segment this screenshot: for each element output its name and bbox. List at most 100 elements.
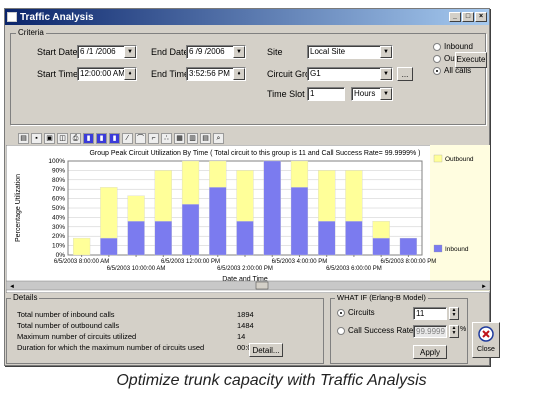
circuits-value: 11 bbox=[416, 309, 425, 318]
start-date-label: Start Date bbox=[37, 47, 78, 57]
close-window-button[interactable]: × bbox=[475, 12, 487, 22]
x-tick-label: 6/5/2003 10:00:00 AM bbox=[107, 266, 166, 272]
details-group-title: Details bbox=[11, 293, 40, 302]
radio-dot-selected[interactable] bbox=[337, 308, 345, 317]
bar-outbound bbox=[181, 160, 200, 205]
minimize-button[interactable]: _ bbox=[449, 12, 461, 22]
circuits-spinner[interactable]: ▲ ▼ bbox=[449, 307, 459, 320]
scroll-left-arrow: ◄ bbox=[9, 284, 15, 290]
bar-outbound bbox=[154, 170, 172, 222]
bar-chart-icon[interactable]: ▮ bbox=[83, 132, 94, 144]
time-unit-select[interactable]: Hours ▼ bbox=[351, 87, 393, 101]
bar-outbound bbox=[209, 160, 227, 188]
scatter-chart-icon[interactable]: ∴ bbox=[161, 132, 172, 144]
success-rate-value: 99.9999 bbox=[416, 327, 445, 336]
bar-inbound bbox=[345, 221, 363, 256]
y-tick-label: 70% bbox=[52, 186, 65, 193]
bar-outbound bbox=[236, 170, 254, 222]
grid-icon[interactable]: ▦ bbox=[174, 132, 185, 144]
x-tick-label: 6/5/2003 6:00:00 PM bbox=[326, 266, 382, 272]
end-time-label: End Time bbox=[151, 69, 190, 79]
legend-swatch-outbound bbox=[433, 154, 443, 163]
chevron-down-icon[interactable]: ▼ bbox=[124, 46, 136, 58]
detail-value: 14 bbox=[237, 332, 246, 341]
table-icon[interactable]: ▥ bbox=[187, 132, 198, 144]
chevron-down-icon[interactable]: ▼ bbox=[380, 46, 392, 58]
maximize-button[interactable]: □ bbox=[462, 12, 474, 22]
bar-inbound bbox=[154, 221, 172, 256]
chevron-down-icon[interactable]: ▼ bbox=[380, 88, 392, 100]
bar-inbound bbox=[372, 237, 390, 256]
detail-label: Duration for which the maximum number of… bbox=[17, 343, 205, 352]
browse-button[interactable]: ... bbox=[397, 67, 413, 81]
execute-button-main[interactable]: Execute bbox=[455, 52, 487, 68]
success-rate-field[interactable]: 99.9999 bbox=[413, 325, 447, 338]
x-tick-label: 6/5/2003 8:00:00 AM bbox=[54, 259, 109, 265]
site-label: Site bbox=[267, 47, 283, 57]
radio-dot[interactable] bbox=[433, 54, 441, 63]
bar-outbound bbox=[345, 170, 363, 222]
success-rate-spinner[interactable]: ▲ ▼ bbox=[449, 325, 459, 338]
end-date-label: End Date bbox=[151, 47, 189, 57]
radio-dot-selected[interactable] bbox=[433, 66, 441, 75]
radio-dot[interactable] bbox=[433, 42, 441, 51]
radio-inbound[interactable]: Inbound bbox=[433, 42, 473, 51]
bar-outbound bbox=[372, 221, 390, 239]
bar-inbound bbox=[318, 221, 336, 256]
copy-icon[interactable]: ▣ bbox=[44, 132, 55, 144]
spinner-icon[interactable]: ♦ bbox=[233, 68, 245, 80]
legend-label-inbound: Inbound bbox=[445, 246, 469, 253]
radio-inbound-label: Inbound bbox=[444, 42, 473, 51]
end-date-value: 6 /9 /2006 bbox=[189, 47, 225, 56]
bar-inbound bbox=[209, 187, 227, 256]
y-tick-label: 80% bbox=[52, 177, 65, 184]
end-time-field[interactable]: 3:52:56 PM ♦ bbox=[186, 67, 246, 81]
y-tick-label: 0% bbox=[56, 252, 66, 259]
site-value: Local Site bbox=[310, 47, 346, 56]
circuits-field[interactable]: 11 bbox=[413, 307, 447, 320]
start-time-field[interactable]: 12:00:00 AM ♦ bbox=[77, 67, 137, 81]
stacked-bar-icon[interactable]: ▮ bbox=[96, 132, 107, 144]
radio-success-rate-label: Call Success Rate bbox=[348, 326, 414, 335]
chevron-down-icon[interactable]: ▼ bbox=[233, 46, 245, 58]
area-chart-icon[interactable]: ⌒ bbox=[135, 132, 146, 144]
print-icon[interactable]: ⎙ bbox=[70, 132, 81, 144]
open-icon[interactable]: ▤ bbox=[18, 132, 29, 144]
radio-circuits[interactable]: Circuits bbox=[337, 308, 375, 317]
detail-row: Total number of outbound calls 1484 bbox=[17, 320, 317, 331]
x-tick-label: 6/5/2003 12:00:00 PM bbox=[161, 259, 220, 265]
radio-dot[interactable] bbox=[337, 326, 345, 335]
start-time-label: Start Time bbox=[37, 69, 79, 79]
print-preview-icon[interactable]: ◫ bbox=[57, 132, 68, 144]
bar-inbound bbox=[263, 160, 281, 256]
time-slot-field[interactable]: 1 bbox=[307, 87, 345, 101]
close-button[interactable]: Close bbox=[472, 322, 500, 358]
circuit-group-select[interactable]: G1 ▼ bbox=[307, 67, 393, 81]
bar-inbound bbox=[290, 187, 309, 256]
x-tick-label: 6/5/2003 4:00:00 PM bbox=[272, 259, 328, 265]
detail-button[interactable]: Detail... bbox=[249, 343, 283, 357]
start-date-field[interactable]: 6 /1 /2006 ▼ bbox=[77, 45, 137, 59]
title-bar: Traffic Analysis _ □ × bbox=[5, 9, 489, 25]
step-chart-icon[interactable]: ⌐ bbox=[148, 132, 159, 144]
chevron-down-icon[interactable]: ▼ bbox=[380, 68, 392, 80]
time-slot-label: Time Slot bbox=[267, 89, 305, 99]
percent-sign: % bbox=[460, 326, 467, 333]
line-chart-icon[interactable]: ⁄ bbox=[122, 132, 133, 144]
y-tick-label: 90% bbox=[52, 167, 65, 174]
radio-success-rate[interactable]: Call Success Rate bbox=[337, 326, 413, 335]
y-tick-label: 10% bbox=[52, 243, 65, 250]
3d-bar-icon[interactable]: ▮ bbox=[109, 132, 120, 144]
site-select[interactable]: Local Site ▼ bbox=[307, 45, 393, 59]
end-date-field[interactable]: 6 /9 /2006 ▼ bbox=[186, 45, 246, 59]
y-tick-label: 20% bbox=[52, 233, 65, 240]
apply-button[interactable]: Apply bbox=[413, 345, 447, 359]
zoom-icon[interactable]: ⌕ bbox=[213, 132, 224, 144]
legend-icon[interactable]: ▤ bbox=[200, 132, 211, 144]
save-icon[interactable]: ▪ bbox=[31, 132, 42, 144]
spinner-icon[interactable]: ♦ bbox=[124, 68, 136, 80]
details-group: Details Total number of inbound calls 189… bbox=[6, 293, 324, 364]
legend-label-outbound: Outbound bbox=[445, 156, 474, 163]
radio-circuits-label: Circuits bbox=[348, 308, 375, 317]
detail-row: Maximum number of circuits utilized 14 bbox=[17, 331, 317, 342]
